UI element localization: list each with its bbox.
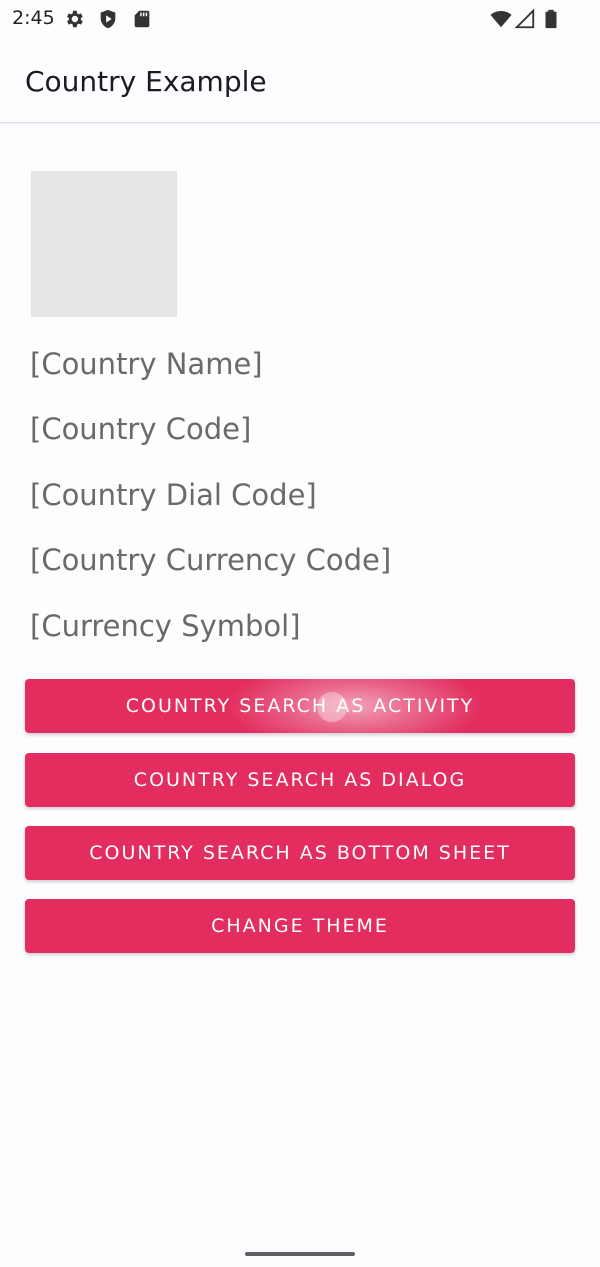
button-label: COUNTRY SEARCH AS ACTIVITY — [125, 695, 475, 717]
country-search-activity-button[interactable]: COUNTRY SEARCH AS ACTIVITY — [25, 679, 575, 733]
wifi-icon — [490, 11, 512, 28]
country-flag-image — [31, 171, 177, 317]
status-time: 2:45 — [12, 7, 55, 29]
country-code-text: [Country Code] — [30, 412, 252, 446]
country-search-dialog-button[interactable]: COUNTRY SEARCH AS DIALOG — [25, 753, 575, 807]
country-search-bottom-sheet-button[interactable]: COUNTRY SEARCH AS BOTTOM SHEET — [25, 826, 575, 880]
shield-play-icon — [100, 9, 116, 29]
button-label: COUNTRY SEARCH AS DIALOG — [133, 769, 467, 791]
button-label: CHANGE THEME — [211, 915, 389, 937]
app-bar: Country Example — [0, 40, 600, 123]
app-title: Country Example — [25, 65, 267, 98]
gear-icon — [67, 10, 83, 28]
country-dial-code-text: [Country Dial Code] — [30, 478, 317, 512]
change-theme-button[interactable]: CHANGE THEME — [25, 899, 575, 953]
currency-symbol-text: [Currency Symbol] — [30, 609, 301, 643]
sd-card-icon — [134, 10, 150, 28]
country-currency-code-text: [Country Currency Code] — [30, 543, 392, 577]
country-name-text: [Country Name] — [30, 347, 263, 381]
cell-signal-icon — [514, 8, 535, 29]
status-bar: 2:45 — [0, 0, 600, 40]
gesture-nav-handle[interactable] — [245, 1252, 355, 1256]
button-label: COUNTRY SEARCH AS BOTTOM SHEET — [89, 842, 511, 864]
battery-icon — [545, 9, 557, 29]
